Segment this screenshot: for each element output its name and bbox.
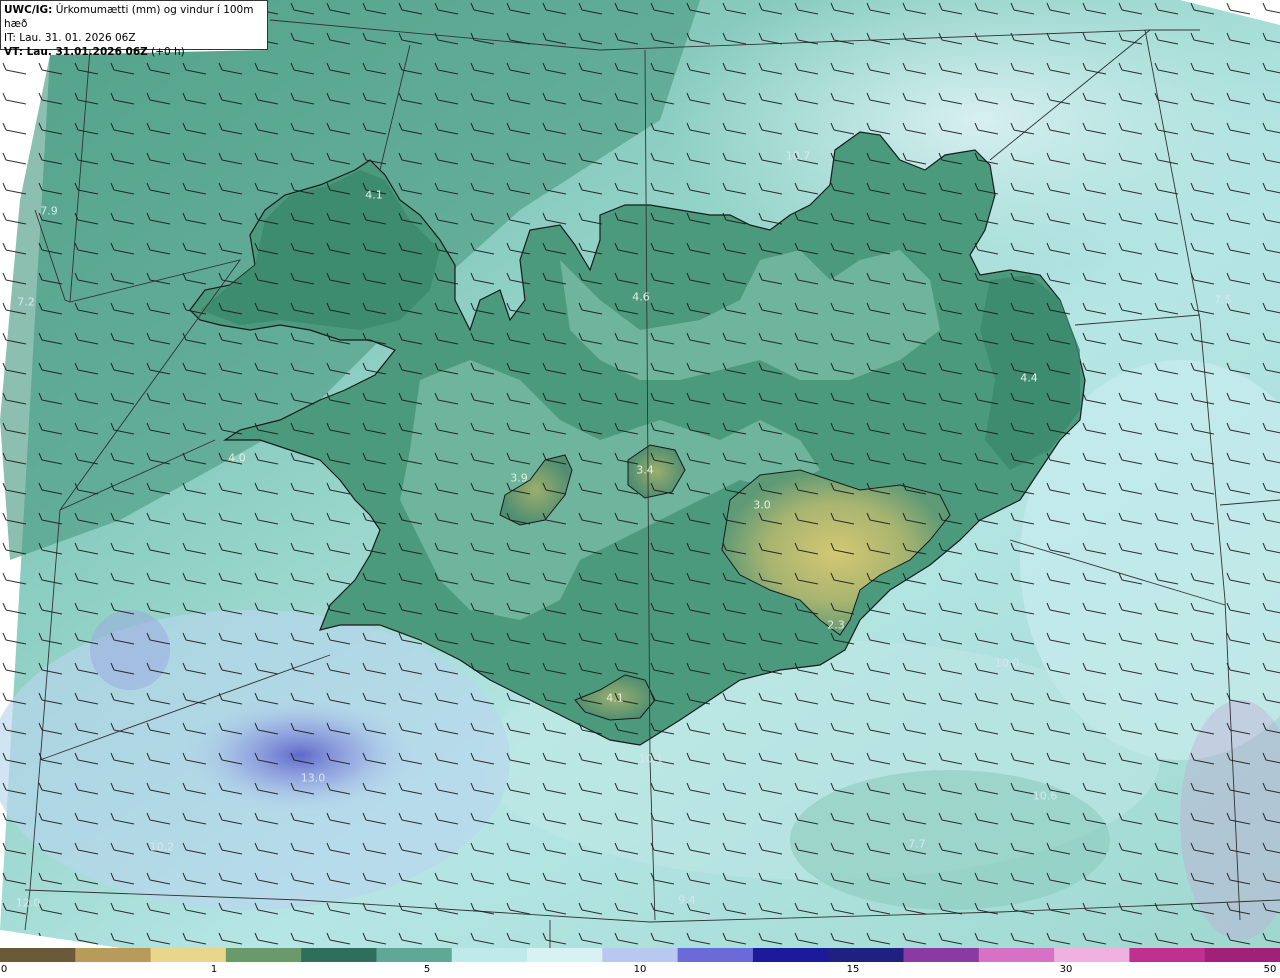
colorbar-segment: [376, 948, 453, 962]
max-value-label: 3.9: [510, 471, 528, 485]
max-value-label: 4.1: [606, 691, 624, 705]
colorbar-segment: [0, 948, 77, 962]
max-value-label: 4.4: [1020, 371, 1038, 385]
colorbar-tick-label: 1: [210, 964, 218, 975]
colorbar-segment: [1129, 948, 1206, 962]
precipitation-colorbar: [0, 948, 1280, 962]
colorbar-segment: [527, 948, 604, 962]
max-value-label: 7.7: [908, 837, 926, 851]
valid-time: VT: Lau. 31.01.2026 06Z: [4, 46, 148, 58]
max-value-label: 10.0: [994, 656, 1020, 670]
colorbar-segment: [978, 948, 1056, 962]
max-value-label: 10.1: [638, 752, 664, 766]
max-value-label: 2.3: [827, 618, 845, 632]
colorbar-tick-label: 15: [846, 964, 860, 975]
colorbar-segment: [903, 948, 980, 962]
colorbar-segment: [301, 948, 378, 962]
max-value-label: 10.6: [1032, 789, 1058, 803]
issue-time: IT: Lau. 31. 01. 2026 06Z: [4, 32, 136, 44]
product-code: UWC/IG:: [4, 4, 53, 16]
colorbar-segment: [150, 948, 227, 962]
forecast-map-view: UWC/IG: Úrkomumætti (mm) og vindur í 100…: [0, 0, 1280, 978]
colorbar-tick-label: 5: [423, 964, 431, 975]
max-value-label: 7.2: [17, 295, 35, 309]
map-header: UWC/IG: Úrkomumætti (mm) og vindur í 100…: [0, 0, 268, 58]
max-value-label: 4.1: [365, 188, 383, 202]
colorbar-tick-label: 0: [0, 964, 8, 975]
max-value-label: 7.5: [1214, 293, 1232, 307]
max-value-label: 10.7: [785, 149, 811, 163]
lead-time: (+0 h): [147, 46, 185, 58]
max-value-label: 4.0: [228, 451, 246, 465]
max-value-label: 7.9: [40, 204, 58, 218]
max-value-label: 3.0: [753, 498, 771, 512]
colorbar-segment: [828, 948, 905, 962]
colorbar-segment: [75, 948, 152, 962]
max-value-label: 13.0: [300, 771, 326, 785]
colorbar-segment: [451, 948, 529, 962]
max-value-label: 4.6: [632, 290, 650, 304]
colorbar-segment: [677, 948, 754, 962]
max-value-label: 3.4: [636, 463, 654, 477]
colorbar-segment: [1054, 948, 1131, 962]
max-value-label: 12.0: [15, 896, 41, 910]
colorbar-segment: [752, 948, 830, 962]
max-value-label: 10.2: [149, 840, 175, 854]
colorbar-segment: [602, 948, 679, 962]
colorbar-tick-label: 50: [1263, 964, 1277, 975]
colorbar-segment: [1204, 948, 1280, 962]
colorbar-tick-label: 10: [633, 964, 647, 975]
colorbar-segment: [225, 948, 303, 962]
colorbar-tick-label: 30: [1059, 964, 1073, 975]
max-value-label: 9.4: [678, 893, 696, 907]
